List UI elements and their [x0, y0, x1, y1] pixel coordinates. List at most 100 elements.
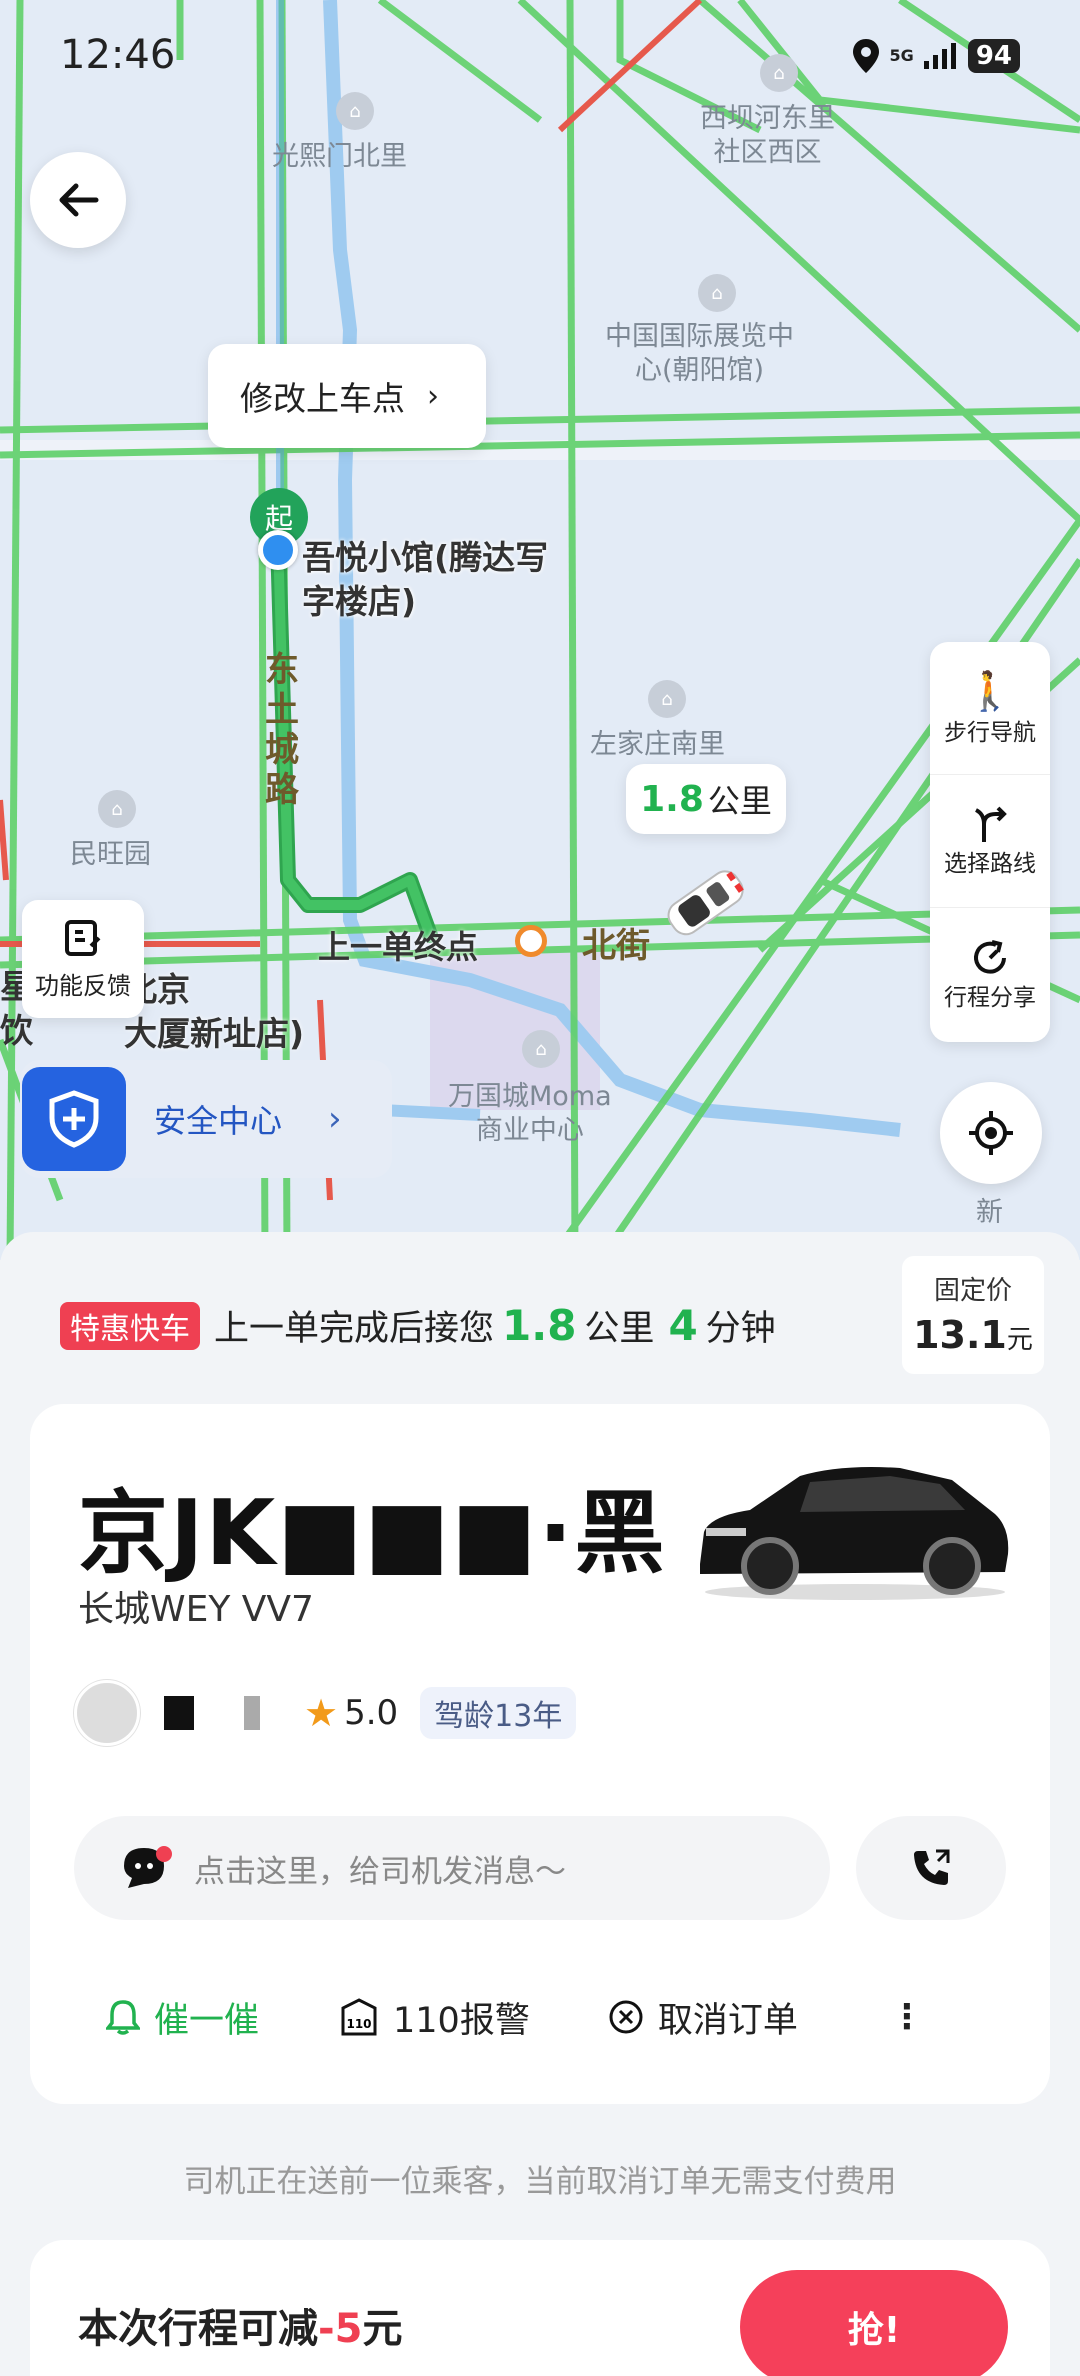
- promo-distance-unit: 公里: [584, 1309, 655, 1349]
- cancel-notice: 司机正在送前一位乘客，当前取消订单无需支付费用: [183, 2164, 897, 2200]
- chevron-right-icon: ›: [427, 378, 439, 414]
- walk-navigation-label: 步行导航: [944, 720, 1036, 746]
- map-label-wanguocheng: 万国城Moma 商业中心: [448, 1081, 612, 1146]
- status-time: 12:46: [60, 32, 176, 78]
- more-vertical-icon: ⋮: [889, 1997, 924, 2037]
- message-driver-input[interactable]: 点击这里，给司机发消息～: [74, 1816, 830, 1920]
- cancel-order-label: 取消订单: [657, 2000, 798, 2041]
- police-110-button[interactable]: 110 110报警: [339, 1992, 530, 2043]
- network-type: 5G: [889, 46, 914, 65]
- walk-navigation-button[interactable]: 🚶 步行导航: [930, 642, 1050, 775]
- share-trip-icon: [974, 939, 1006, 974]
- feedback-label: 功能反馈: [35, 971, 131, 1000]
- safety-center-button[interactable]: 安全中心 ›: [20, 1060, 392, 1178]
- battery-level: 94: [967, 39, 1020, 73]
- discount-amount: -5: [318, 2306, 363, 2352]
- rating-value: 5.0: [344, 1693, 399, 1733]
- driving-age-badge: 驾龄13年: [420, 1687, 577, 1739]
- promo-text: 上一单完成后接您: [214, 1309, 495, 1349]
- arrow-left-icon: [59, 183, 99, 217]
- shield-icon: [22, 1067, 126, 1171]
- poi-icon: ⌂: [98, 790, 136, 828]
- phone-icon: [914, 1849, 950, 1885]
- cancel-order-button[interactable]: 取消订单: [608, 1992, 798, 2043]
- fixed-price-value: 13.1元: [902, 1313, 1044, 1357]
- license-plate: 京JK■■■·黑: [78, 1481, 667, 1586]
- feedback-button[interactable]: 功能反馈: [22, 900, 144, 1018]
- map-label-expo: 中国国际展览中 心(朝阳馆): [605, 321, 794, 386]
- promo-minutes: 4: [668, 1301, 698, 1350]
- map-label-guangximen: 光熙门北里: [272, 141, 407, 172]
- map-view[interactable]: 光熙门北里 ⌂ 西坝河东里 社区西区 ⌂ 中国国际展览中 心(朝阳馆) ⌂ 左家…: [0, 0, 1080, 1260]
- hotel-label: 北京 大厦新址店): [124, 970, 305, 1053]
- poi-icon: ⌂: [698, 274, 736, 312]
- chat-bubble-icon: [120, 1844, 174, 1892]
- route-fork-icon: [975, 806, 1007, 842]
- urge-label: 催一催: [154, 2000, 260, 2041]
- poi-icon: ⌂: [522, 1030, 560, 1068]
- bell-icon: [106, 1999, 140, 2035]
- signal-icon: [923, 43, 956, 69]
- price-unit: 元: [1006, 1325, 1033, 1355]
- car-photo: [700, 1467, 1009, 1600]
- fixed-price-label: 固定价: [933, 1276, 1012, 1306]
- discount-card: 本次行程可减-5元 抢!: [30, 2240, 1050, 2376]
- distance-unit: 公里: [707, 782, 772, 820]
- pickup-dot: [258, 530, 298, 570]
- driver-avatar[interactable]: [74, 1680, 140, 1746]
- promo-distance: 1.8: [502, 1301, 577, 1350]
- driver-card: 京JK■■■·黑 长城WEY VV7 ★ 5.0 驾龄13年 点击这里，给司机发…: [30, 1404, 1050, 2104]
- walk-icon: 🚶: [966, 669, 1014, 713]
- svg-text:110: 110: [346, 2017, 371, 2031]
- road-label-dongtucheng: 东土城路: [265, 650, 299, 810]
- status-bar: 12:46 5G 94: [0, 0, 1080, 110]
- car-model: 长城WEY VV7: [78, 1589, 314, 1630]
- map-label-xin: 新: [976, 1197, 1003, 1228]
- trip-share-label: 行程分享: [944, 984, 1036, 1011]
- select-route-label: 选择路线: [944, 851, 1036, 877]
- price-amount: 13.1: [913, 1313, 1007, 1357]
- pickup-name: 吾悦小馆(腾达写 字楼店): [302, 538, 549, 621]
- discount-text: 本次行程可减-5元: [78, 2296, 402, 2354]
- prev-end-label: 上一单终点: [318, 928, 479, 966]
- promo-line: 特惠快车 上一单完成后接您 1.8 公里 4 分钟: [60, 1300, 776, 1351]
- edit-pickup-button[interactable]: 修改上车点 ›: [208, 344, 486, 448]
- urge-button[interactable]: 催一催: [106, 1992, 259, 2043]
- map-side-actions: 🚶 步行导航 选择路线 行程分享: [930, 642, 1050, 1042]
- safety-center-label: 安全中心: [154, 1102, 283, 1140]
- car-marker-icon: [667, 870, 744, 936]
- police-110-icon: 110: [339, 1998, 379, 2036]
- driver-info-row: ★ 5.0 驾龄13年: [74, 1680, 577, 1746]
- ride-type-tag: 特惠快车: [60, 1301, 200, 1350]
- grab-coupon-button[interactable]: 抢!: [740, 2270, 1008, 2376]
- trip-share-button[interactable]: 行程分享: [930, 908, 1050, 1041]
- close-circle-icon: [608, 1999, 644, 2035]
- police-110-label: 110报警: [393, 2000, 530, 2041]
- map-label-xiba: 西坝河东里 社区西区: [700, 103, 835, 168]
- road-label-beijie: 北街: [582, 926, 650, 966]
- promo-minutes-unit: 分钟: [705, 1309, 776, 1349]
- discount-unit: 元: [362, 2306, 403, 2352]
- locate-icon: [969, 1111, 1013, 1155]
- driver-name-redacted: [164, 1696, 274, 1730]
- poi-icon: ⌂: [648, 680, 686, 718]
- more-options-button[interactable]: ⋮: [890, 1997, 924, 2037]
- message-placeholder: 点击这里，给司机发消息～: [194, 1853, 566, 1890]
- map-label-zuojia: 左家庄南里: [590, 729, 725, 760]
- distance-value: 1.8: [640, 778, 704, 820]
- feedback-icon: [65, 919, 101, 956]
- call-driver-button[interactable]: [856, 1816, 1006, 1920]
- road-label-left-2: 饮: [0, 1011, 33, 1050]
- map-label-minwang: 民旺园: [70, 839, 151, 870]
- distance-bubble: 1.8 公里: [626, 764, 786, 834]
- select-route-button[interactable]: 选择路线: [930, 775, 1050, 908]
- location-pin-icon: [852, 39, 879, 73]
- status-icons: 5G 94: [852, 38, 1020, 74]
- star-icon: ★: [304, 1691, 339, 1735]
- discount-label: 本次行程可减: [78, 2306, 318, 2352]
- chevron-right-icon: ›: [328, 1099, 342, 1139]
- driver-rating: ★ 5.0: [304, 1691, 398, 1735]
- fixed-price-box: 固定价 13.1元: [902, 1256, 1044, 1374]
- locate-me-button[interactable]: [940, 1082, 1042, 1184]
- back-button[interactable]: [30, 152, 126, 248]
